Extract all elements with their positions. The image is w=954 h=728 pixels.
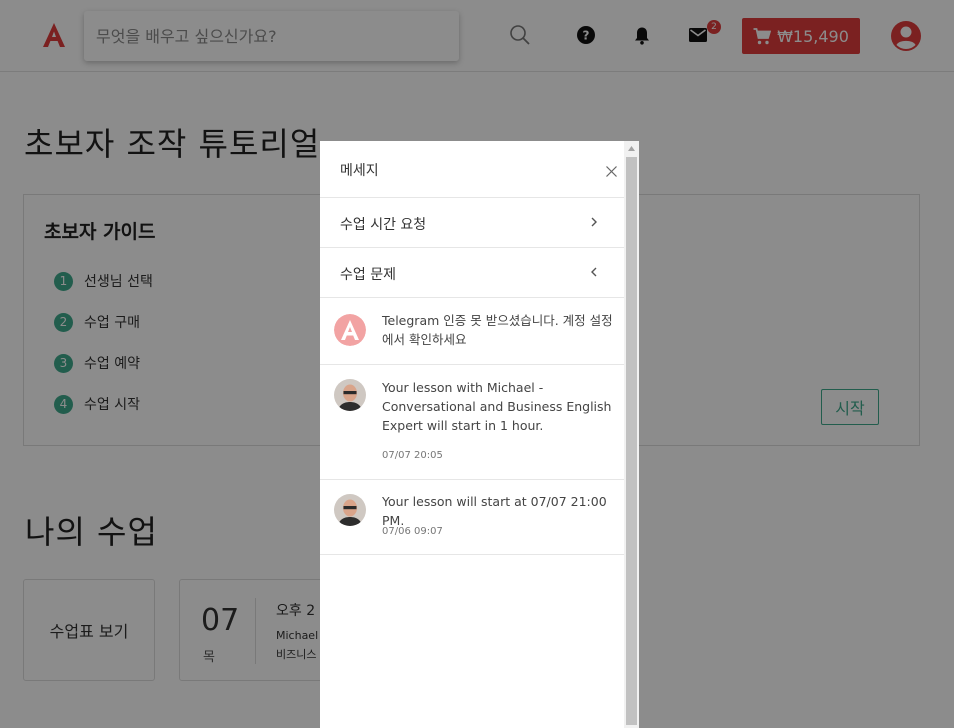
message-category-lesson-issue[interactable]: 수업 문제: [320, 248, 624, 298]
notification-time: 07/06 09:07: [382, 526, 443, 537]
scroll-up-arrow-icon[interactable]: [628, 146, 635, 151]
notification-text: Your lesson with Michael - Conversationa…: [382, 380, 612, 433]
notification-item[interactable]: Telegram 인증 못 받으셨습니다. 계정 설정에서 확인하세요: [320, 298, 624, 365]
teacher-avatar-icon: [334, 379, 366, 411]
notification-time: 07/07 20:05: [382, 450, 443, 461]
category-label: 수업 시간 요청: [340, 217, 427, 233]
close-icon[interactable]: [606, 166, 617, 177]
notification-text: Telegram 인증 못 받으셨습니다. 계정 설정에서 확인하세요: [382, 313, 613, 347]
brand-logo-avatar-icon: [334, 314, 366, 346]
messages-title: 메세지: [340, 163, 379, 179]
scrollbar-thumb[interactable]: [626, 157, 637, 725]
chevron-right-icon: [591, 217, 597, 227]
notification-item[interactable]: Your lesson with Michael - Conversationa…: [320, 365, 624, 480]
category-label: 수업 문제: [340, 267, 396, 283]
messages-panel: 메세지 수업 시간 요청 수업 문제 Telegram 인증 못 받으셨습니다.…: [320, 141, 639, 728]
messages-header: 메세지: [320, 141, 624, 198]
teacher-avatar-icon: [334, 494, 366, 526]
chevron-left-icon: [591, 267, 597, 277]
messages-scrollbar[interactable]: [624, 141, 639, 728]
notification-text: Your lesson will start at 07/07 21:00 PM…: [382, 494, 607, 528]
message-category-lesson-time-request[interactable]: 수업 시간 요청: [320, 198, 624, 248]
notification-item[interactable]: Your lesson will start at 07/07 21:00 PM…: [320, 480, 624, 555]
